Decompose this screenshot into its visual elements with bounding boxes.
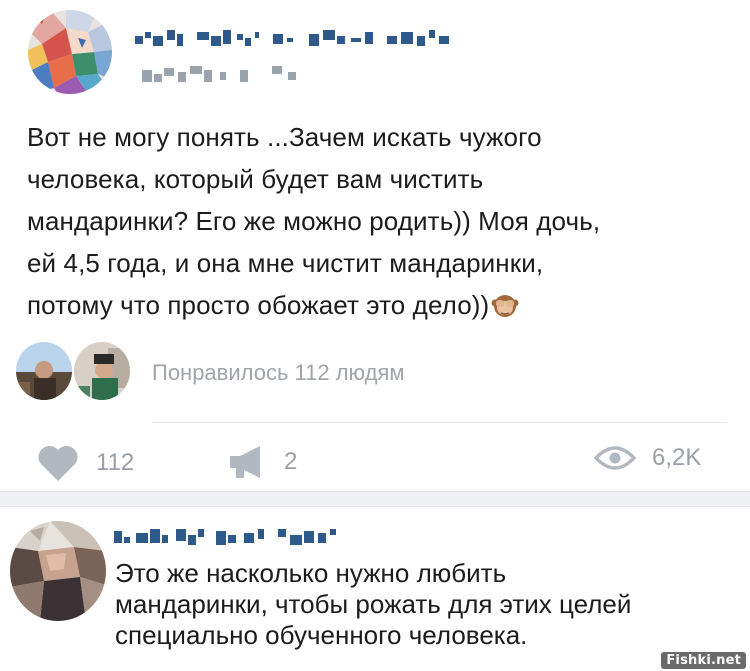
- see-no-evil-monkey-icon: [491, 289, 519, 317]
- post-date: [142, 62, 322, 84]
- comment-author-avatar[interactable]: [10, 521, 106, 621]
- section-separator: [0, 491, 750, 507]
- post-text-line-last: потому что просто обожает это дело)): [27, 290, 490, 320]
- blurred-name-image: [135, 30, 449, 46]
- post-author-avatar[interactable]: [28, 10, 112, 94]
- liker-avatar[interactable]: [14, 340, 74, 402]
- comment-card: Это же насколько нужно любить мандаринки…: [0, 507, 750, 671]
- likers-avatars[interactable]: [14, 340, 144, 402]
- post-author-name[interactable]: [133, 26, 553, 46]
- like-button[interactable]: 112: [36, 444, 134, 482]
- post-body: Вот не могу понять ...Зачем искать чужог…: [27, 116, 717, 326]
- watermark-logo: Fishki.net: [661, 652, 746, 669]
- views-counter: 6,2K: [594, 444, 701, 472]
- comment-body: Это же насколько нужно любить мандаринки…: [115, 558, 735, 651]
- heart-icon: [38, 445, 78, 481]
- liker-avatar[interactable]: [72, 340, 132, 402]
- pixelated-avatar-image: [10, 521, 106, 621]
- comment-text-line: Это же насколько нужно любить: [115, 558, 507, 588]
- comment-author-name[interactable]: [114, 525, 414, 547]
- post-card: Вот не могу понять ...Зачем искать чужог…: [0, 0, 750, 491]
- eye-icon: [594, 446, 636, 470]
- share-count: 2: [284, 448, 298, 475]
- like-count: 112: [96, 449, 135, 476]
- liker-photo-image: [74, 342, 130, 400]
- post-text-line: человека, который будет вам чистить: [27, 164, 484, 194]
- liker-photo-image: [16, 342, 72, 400]
- post-text-line: потому что просто обожает это дело)): [27, 284, 717, 326]
- pixelated-avatar-image: [28, 10, 112, 94]
- post-text-line: мандаринки? Его же можно родить)) Моя до…: [27, 206, 601, 236]
- megaphone-icon: [230, 446, 260, 478]
- comment-text-line: мандаринки, чтобы рожать для этих целей: [115, 589, 632, 619]
- comment-text-line: специально обученного человека.: [115, 620, 528, 650]
- divider: [152, 422, 727, 423]
- blurred-date-image: [142, 66, 296, 82]
- blurred-name-image: [114, 529, 336, 545]
- post-text-line: Вот не могу понять ...Зачем искать чужог…: [27, 122, 542, 152]
- share-button[interactable]: 2: [228, 444, 297, 480]
- liked-by-text[interactable]: Понравилось 112 людям: [152, 360, 404, 386]
- post-text-line: ей 4,5 года, и она мне чистит мандаринки…: [27, 248, 544, 278]
- views-count: 6,2K: [652, 444, 702, 471]
